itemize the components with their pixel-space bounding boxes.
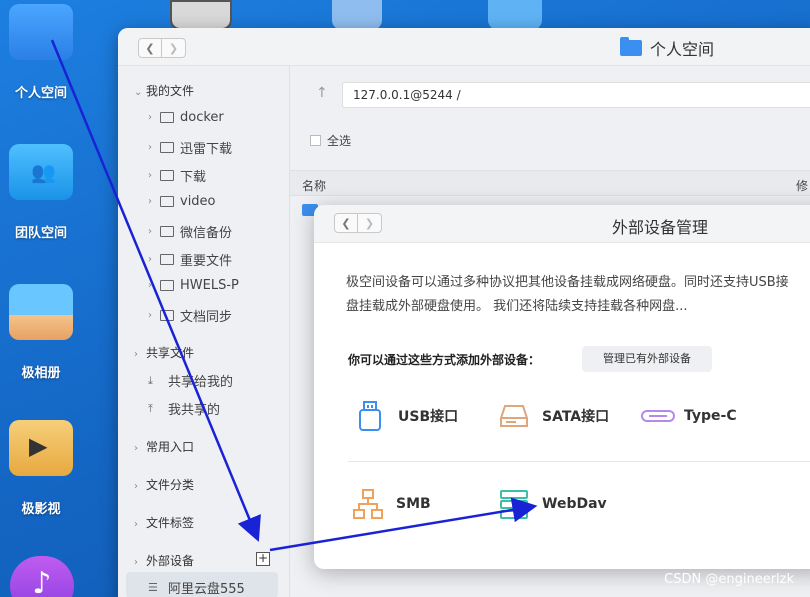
sidebar-folder[interactable]: › video bbox=[148, 194, 216, 209]
app-icon-partial[interactable] bbox=[170, 0, 232, 30]
webdav-icon bbox=[498, 488, 530, 520]
add-external-device-button[interactable]: + bbox=[256, 552, 270, 566]
sidebar-folder[interactable]: › HWELS-P bbox=[148, 278, 239, 293]
desktop-icon-photos[interactable]: 极相册 bbox=[0, 284, 82, 381]
dialog-subtitle: 你可以通过这些方式添加外部设备： bbox=[348, 353, 541, 367]
folder-icon bbox=[160, 196, 174, 207]
sata-icon bbox=[498, 400, 530, 432]
nav-buttons: ❮ ❯ bbox=[138, 38, 186, 58]
option-webdav[interactable]: WebDav bbox=[498, 488, 607, 520]
folder-icon bbox=[9, 4, 73, 60]
folder-icon bbox=[620, 37, 642, 56]
desktop-icon-label: 极相册 bbox=[21, 366, 61, 381]
folder-icon bbox=[160, 142, 174, 153]
sidebar-shared-to-me[interactable]: ⤓ 共享给我的 bbox=[148, 371, 233, 391]
select-all-checkbox[interactable] bbox=[310, 135, 321, 146]
dialog-description: 极空间设备可以通过多种协议把其他设备挂载成网络硬盘。同时还支持USB接 盘挂载成… bbox=[346, 275, 789, 314]
sidebar-folder[interactable]: › docker bbox=[148, 110, 224, 125]
smb-icon bbox=[352, 488, 384, 520]
external-device-dialog: ❮ ❯ 外部设备管理 极空间设备可以通过多种协议把其他设备挂载成网络硬盘。同时还… bbox=[314, 205, 810, 569]
sidebar-section-category[interactable]: › 文件分类 bbox=[134, 476, 194, 493]
team-folder-icon: 👥 bbox=[9, 144, 73, 200]
sidebar-section-common[interactable]: › 常用入口 bbox=[134, 438, 194, 455]
music-icon[interactable]: ♪ bbox=[10, 556, 74, 597]
video-icon: ▶ bbox=[9, 420, 73, 476]
dialog-forward-button[interactable]: ❯ bbox=[358, 213, 382, 233]
desktop-icon-team-space[interactable]: 👥 团队空间 bbox=[0, 144, 82, 241]
manage-devices-button[interactable]: 管理已有外部设备 bbox=[582, 346, 712, 372]
photos-icon bbox=[9, 284, 73, 340]
col-modified[interactable]: 修 bbox=[796, 177, 808, 194]
dialog-divider bbox=[348, 461, 810, 462]
desktop-icon-video[interactable]: ▶ 极影视 bbox=[0, 420, 82, 517]
dialog-back-button[interactable]: ❮ bbox=[334, 213, 358, 233]
desktop-icon-personal-space[interactable]: 个人空间 bbox=[0, 4, 82, 101]
sidebar-external-aliyun[interactable]: ☰ 阿里云盘555 bbox=[148, 578, 245, 597]
dialog-nav-buttons: ❮ ❯ bbox=[334, 213, 382, 233]
sidebar-folder[interactable]: › 微信备份 bbox=[148, 222, 232, 241]
folder-icon bbox=[160, 226, 174, 237]
folder-icon bbox=[160, 310, 174, 321]
dialog-header: ❮ ❯ 外部设备管理 bbox=[314, 205, 810, 243]
drive-icon: ☰ bbox=[148, 581, 158, 594]
upload-icon: ⤒ bbox=[148, 401, 153, 415]
dialog-title: 外部设备管理 bbox=[612, 218, 709, 237]
sidebar-folder[interactable]: › 迅雷下载 bbox=[148, 138, 232, 157]
folder-icon bbox=[160, 112, 174, 123]
watermark: CSDN @engineerlzk bbox=[664, 572, 794, 587]
up-arrow-icon[interactable]: ↑ bbox=[316, 85, 328, 101]
sidebar-section-shared[interactable]: › 共享文件 bbox=[134, 344, 194, 361]
select-all[interactable]: 全选 bbox=[310, 132, 351, 149]
folder-icon bbox=[160, 254, 174, 265]
folder-icon bbox=[160, 280, 174, 291]
option-usb[interactable]: USB接口 bbox=[354, 400, 458, 432]
sidebar: ⌄ 我的文件 › docker › 迅雷下载 › 下载 › video › 微信备份 › 重要… bbox=[118, 66, 290, 597]
app-icon-partial[interactable] bbox=[488, 0, 542, 30]
option-typec[interactable]: Type-C bbox=[640, 400, 737, 432]
desktop-icon-label: 个人空间 bbox=[14, 86, 67, 101]
desktop-icon-label: 团队空间 bbox=[14, 226, 67, 241]
option-smb[interactable]: SMB bbox=[352, 488, 431, 520]
sidebar-section-external[interactable]: › 外部设备 bbox=[134, 552, 194, 569]
sidebar-section-tags[interactable]: › 文件标签 bbox=[134, 514, 194, 531]
sidebar-folder[interactable]: › 下载 bbox=[148, 166, 206, 185]
typec-icon bbox=[640, 400, 675, 432]
col-name[interactable]: 名称 bbox=[302, 177, 326, 194]
back-button[interactable]: ❮ bbox=[138, 38, 162, 58]
usb-icon bbox=[354, 400, 386, 432]
forward-button[interactable]: ❯ bbox=[162, 38, 186, 58]
sidebar-section-my-files[interactable]: ⌄ 我的文件 bbox=[134, 82, 194, 99]
window-title: 个人空间 bbox=[620, 36, 714, 60]
window-titlebar: ❮ ❯ 个人空间 bbox=[118, 28, 810, 66]
column-header: 名称 修 bbox=[290, 170, 810, 196]
folder-icon bbox=[160, 170, 174, 181]
address-bar[interactable]: 127.0.0.1@5244 / bbox=[342, 82, 810, 108]
sidebar-folder[interactable]: › 重要文件 bbox=[148, 250, 232, 269]
trash-icon[interactable] bbox=[332, 0, 382, 30]
desktop-icon-label: 极影视 bbox=[21, 502, 61, 517]
sidebar-folder[interactable]: › 文档同步 bbox=[148, 306, 232, 325]
option-sata[interactable]: SATA接口 bbox=[498, 400, 609, 432]
sidebar-my-shares[interactable]: ⤒ 我共享的 bbox=[148, 399, 220, 419]
download-icon: ⤓ bbox=[148, 373, 153, 387]
